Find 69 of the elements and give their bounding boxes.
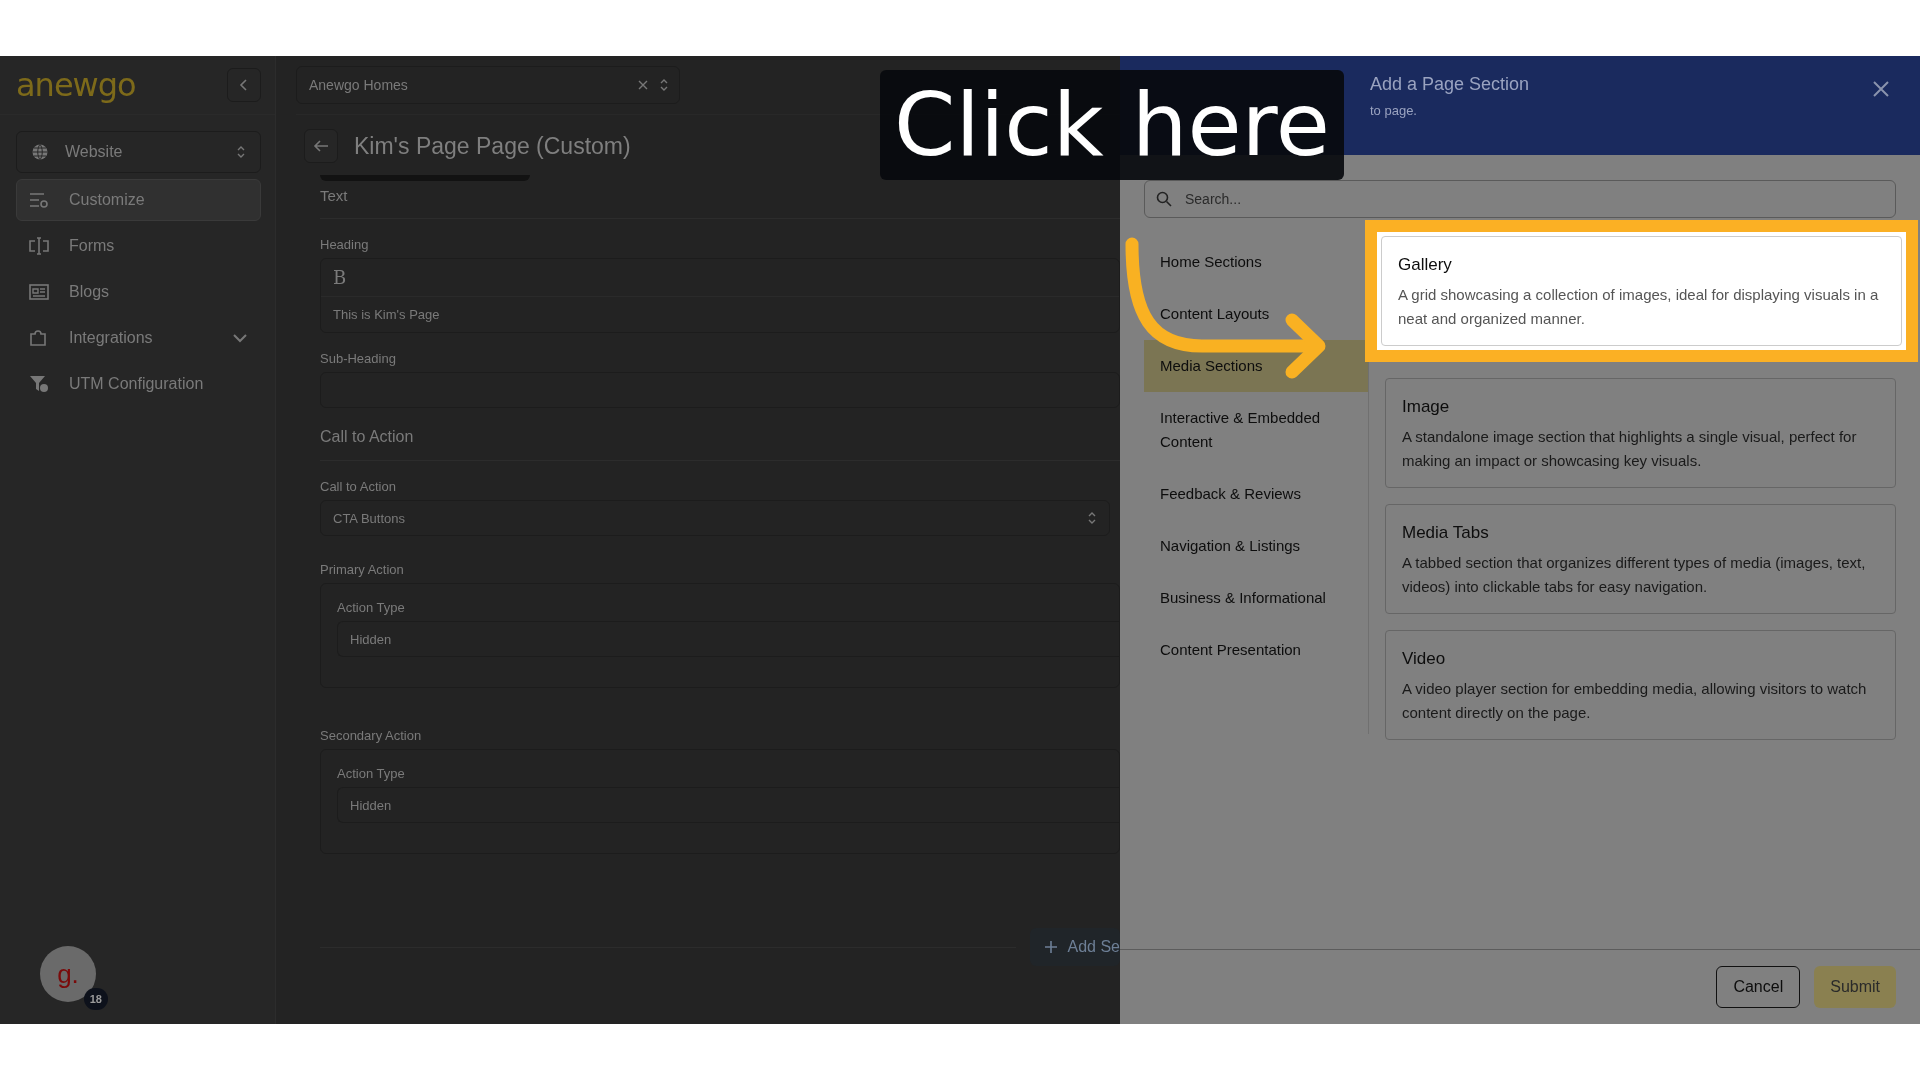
- nav-item[interactable]: Integrations: [16, 317, 261, 359]
- category-item[interactable]: Feedback & Reviews: [1144, 468, 1368, 520]
- nav-item[interactable]: Forms: [16, 225, 261, 267]
- action-type-field[interactable]: Hidden: [337, 621, 1119, 657]
- field-label: Call to Action: [320, 479, 397, 494]
- cta-select[interactable]: CTA Buttons: [320, 500, 1110, 536]
- category-item[interactable]: Content Presentation: [1144, 624, 1368, 676]
- back-button[interactable]: [304, 129, 338, 163]
- section-card[interactable]: Video A video player section for embedding media, allowing visitors to watch content directly on the page.: [1385, 630, 1896, 740]
- field-label: Action Type: [337, 600, 406, 615]
- website-switcher[interactable]: Website: [16, 131, 261, 173]
- curved-arrow-icon: [1125, 237, 1326, 379]
- field-label: Sub-Heading: [320, 351, 397, 366]
- sliders-icon: [29, 191, 49, 209]
- search-icon: [1156, 191, 1172, 207]
- nav-item[interactable]: Customize: [16, 179, 261, 221]
- arrow-left-icon: [313, 139, 329, 153]
- newspaper-icon: [29, 283, 49, 301]
- bold-button[interactable]: B: [333, 267, 347, 288]
- card-title: Image: [1402, 397, 1451, 417]
- updown-icon: [659, 77, 669, 93]
- section-title: Call to Action: [320, 428, 415, 446]
- card-description: A video player section for embedding media, allowing visitors to watch content directly on the page.: [1402, 679, 1868, 723]
- panel-title: Add a Page Section: [1370, 74, 1530, 95]
- card-title: Video: [1402, 649, 1447, 669]
- section-title: Text: [320, 187, 349, 204]
- card-title: Gallery: [1398, 255, 1453, 275]
- field-label: Heading: [320, 237, 370, 252]
- puzzle-icon: [29, 329, 49, 347]
- heading-editor[interactable]: B This is Kim's Page: [320, 258, 1120, 333]
- category-item[interactable]: Home Sections: [1144, 236, 1368, 288]
- nav-item[interactable]: UTM Configuration: [16, 363, 261, 405]
- add-section-button[interactable]: Add Se: [1029, 928, 1120, 966]
- category-item[interactable]: Interactive & Embedded Content: [1144, 392, 1368, 468]
- logo: anewgo: [16, 66, 136, 104]
- cancel-button[interactable]: Cancel: [1716, 966, 1801, 1008]
- card-description: A tabbed section that organizes different types of media (images, text, videos) into clickable tabs for easy navigation.: [1402, 553, 1867, 597]
- card-description: A grid showcasing a collection of images, ideal for displaying visuals in a neat and organized manner.: [1398, 285, 1880, 329]
- section-card[interactable]: Gallery A grid showcasing a collection of images, ideal for displaying visuals in a neat and organized manner.: [1381, 236, 1902, 346]
- collapse-button[interactable]: [227, 68, 261, 102]
- close-icon: [1872, 80, 1890, 98]
- callout-label: Click here: [880, 70, 1344, 180]
- category-item[interactable]: Content Layouts: [1144, 288, 1368, 340]
- search-field[interactable]: Search...: [1144, 180, 1896, 218]
- updown-icon: [1087, 510, 1097, 526]
- site-select[interactable]: Anewgo Homes: [296, 66, 680, 104]
- subheading-field[interactable]: [320, 372, 1120, 408]
- editor-text: This is Kim's Page: [332, 306, 441, 324]
- category-item[interactable]: Business & Informational: [1144, 572, 1368, 624]
- action-type-field[interactable]: Hidden: [337, 787, 1119, 823]
- card-title: Media Tabs: [1402, 523, 1490, 543]
- text-field-icon: [29, 237, 49, 255]
- close-icon: [637, 79, 649, 91]
- card-description: A standalone image section that highlights a single visual, perfect for making an impact or showcasing key visuals.: [1402, 427, 1858, 471]
- notification-badge: 18: [83, 988, 108, 1010]
- panel-subtitle: to page.: [1370, 103, 1418, 118]
- section-card[interactable]: Media Tabs A tabbed section that organizes different types of media (images, text, videos) into clickable tabs for easy navigation.: [1385, 504, 1896, 614]
- globe-icon: [31, 143, 49, 161]
- page-title: Kim's Page Page (Custom): [354, 132, 631, 160]
- field-label: Action Type: [337, 766, 406, 781]
- plus-icon: [1043, 940, 1058, 954]
- nav-item[interactable]: Blogs: [16, 271, 261, 313]
- submit-button[interactable]: Submit: [1814, 966, 1896, 1008]
- group-title: Secondary Action: [320, 728, 423, 743]
- updown-icon: [236, 144, 246, 160]
- funnel-icon: [29, 375, 49, 393]
- group-title: Primary Action: [320, 562, 405, 577]
- section-card[interactable]: Image A standalone image section that highlights a single visual, perfect for making an impact or showcasing key visuals.: [1385, 378, 1896, 488]
- category-item[interactable]: Navigation & Listings: [1144, 520, 1368, 572]
